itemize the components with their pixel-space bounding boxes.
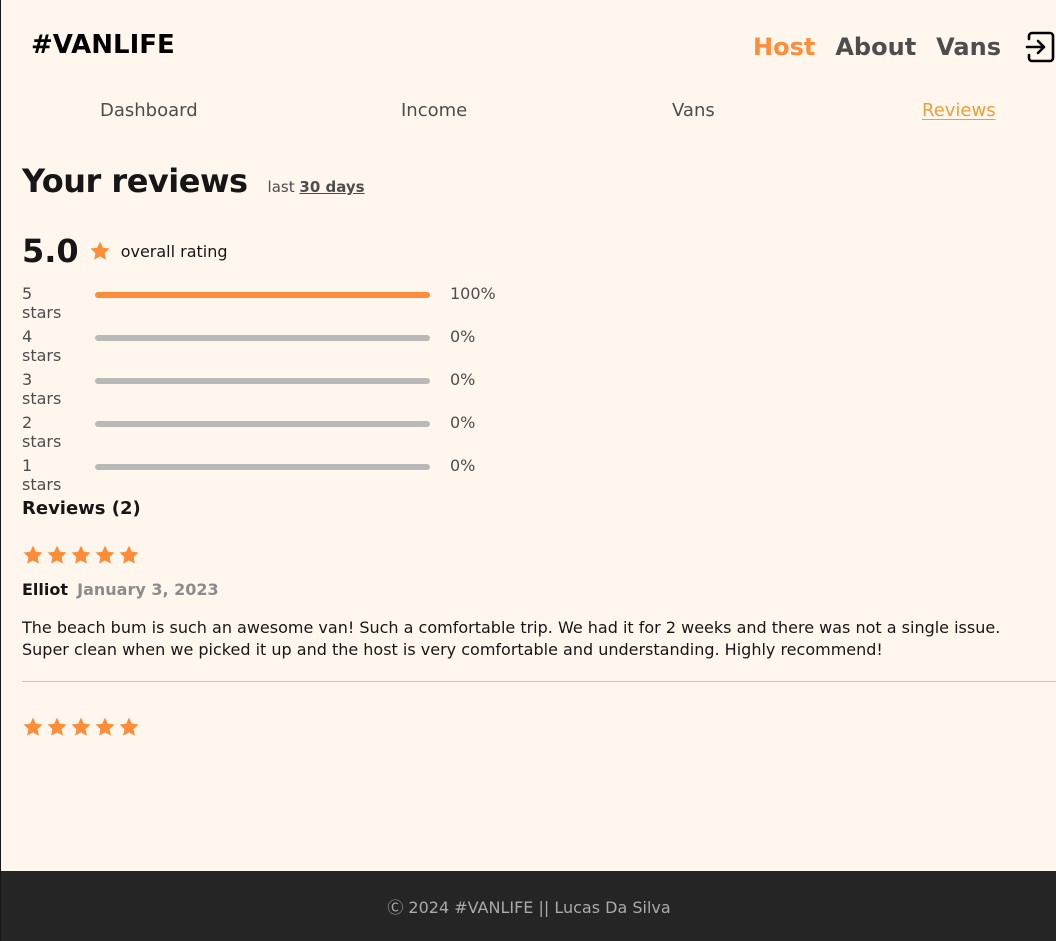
rating-bar-percent: 0% (450, 327, 476, 346)
review-stars (22, 716, 1056, 738)
tab-dashboard[interactable]: Dashboard (100, 100, 198, 121)
tab-income[interactable]: Income (401, 100, 467, 121)
star-icon (71, 717, 91, 736)
period-filter: last 30 days (268, 178, 365, 196)
site-header: #VANLIFE Host About Vans (1, 0, 1056, 96)
rating-bar-percent: 0% (450, 413, 476, 432)
login-icon[interactable] (1025, 31, 1055, 63)
nav-host[interactable]: Host (753, 33, 815, 61)
review-item (22, 716, 1056, 738)
rating-bar-track (95, 464, 430, 470)
rating-bar-label: 2 stars (22, 413, 62, 451)
nav-about[interactable]: About (835, 33, 916, 61)
review-stars (22, 544, 1056, 566)
star-icon (71, 545, 91, 564)
rating-bar-label: 1 stars (22, 456, 62, 494)
star-icon (47, 717, 67, 736)
nav-vans[interactable]: Vans (936, 33, 1001, 61)
overall-rating: 5.0 overall rating (22, 232, 228, 270)
rating-bar-percent: 0% (450, 370, 476, 389)
review-date: January 3, 2023 (77, 580, 219, 599)
host-subnav: Dashboard Income Vans Reviews (1, 100, 1056, 124)
rating-bar-label: 4 stars (22, 327, 62, 365)
review-meta: Elliot January 3, 2023 (22, 580, 1056, 599)
rating-bar-percent: 0% (450, 456, 476, 475)
star-icon (95, 545, 115, 564)
rating-bar-track (95, 335, 430, 341)
star-icon (90, 241, 110, 260)
tab-vans[interactable]: Vans (672, 100, 715, 121)
site-logo[interactable]: #VANLIFE (31, 30, 175, 60)
review-item: Elliot January 3, 2023 The beach bum is … (22, 544, 1056, 682)
period-prefix: last (267, 178, 295, 196)
site-footer: Ⓒ 2024 #VANLIFE || Lucas Da Silva (1, 871, 1056, 941)
star-icon (119, 545, 139, 564)
rating-bar-track (95, 421, 430, 427)
reviewer-name: Elliot (22, 580, 69, 599)
rating-bar-label: 5 stars (22, 284, 62, 322)
reviews-heading: Reviews (2) (22, 498, 141, 519)
rating-value: 5.0 (22, 232, 79, 270)
tab-reviews[interactable]: Reviews (922, 100, 996, 121)
period-link[interactable]: 30 days (299, 178, 364, 196)
page-title: Your reviews (22, 162, 248, 200)
rating-label: overall rating (120, 241, 228, 261)
rating-bar-fill (95, 292, 430, 298)
review-text: The beach bum is such an awesome van! Su… (22, 618, 1001, 659)
rating-bar-percent: 100% (450, 284, 496, 303)
star-icon (23, 545, 43, 564)
reviews-title-row: Your reviews last 30 days (22, 162, 365, 200)
star-icon (119, 717, 139, 736)
star-icon (23, 717, 43, 736)
star-icon (95, 717, 115, 736)
rating-bar-label: 3 stars (22, 370, 62, 408)
star-icon (47, 545, 67, 564)
review-divider (22, 681, 1056, 682)
rating-bar-track (95, 292, 430, 298)
page: #VANLIFE Host About Vans Dashboard Incom… (0, 0, 1056, 941)
rating-bar-track (95, 378, 430, 384)
footer-text: Ⓒ 2024 #VANLIFE || Lucas Da Silva (387, 898, 671, 917)
main-nav: Host About Vans (753, 33, 1001, 61)
